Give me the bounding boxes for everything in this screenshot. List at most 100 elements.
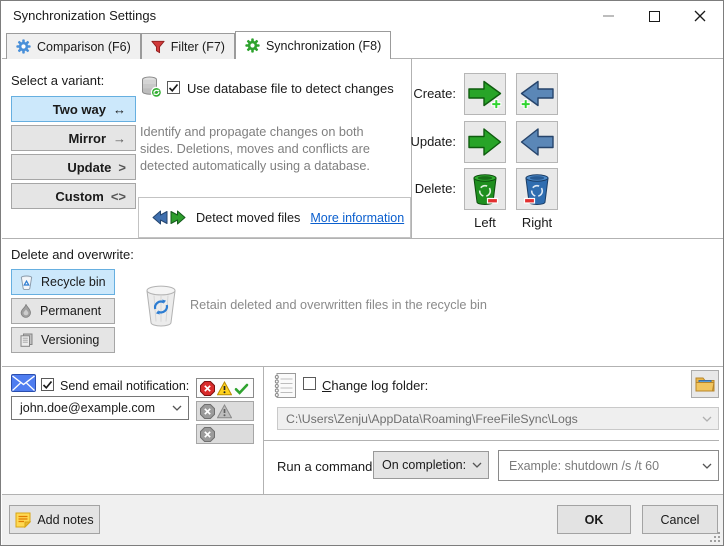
tab-synchronization-label: Synchronization (F8)	[266, 39, 381, 53]
custom-arrow-glyph: <>	[111, 189, 126, 204]
folder-icon	[695, 376, 715, 393]
close-icon	[694, 10, 706, 22]
cancel-button[interactable]: Cancel	[642, 505, 718, 534]
variant-mirror-button[interactable]: Mirror →	[11, 125, 136, 151]
tab-filter-label: Filter (F7)	[171, 40, 225, 54]
permanent-button[interactable]: Permanent	[11, 298, 115, 324]
variant-description: Identify and propagate changes on both s…	[140, 124, 398, 175]
ok-label: OK	[585, 513, 604, 527]
chevron-down-icon	[702, 416, 712, 422]
column-right-label: Right	[516, 215, 558, 230]
warning-gray-icon	[217, 404, 232, 419]
send-email-checkbox[interactable]	[41, 378, 54, 391]
section-divider-1	[2, 238, 724, 239]
delete-overwrite-label: Delete and overwrite:	[11, 247, 134, 262]
update-right-button[interactable]	[516, 121, 558, 163]
tab-bar: Comparison (F6) Filter (F7) Synchronizat…	[6, 31, 391, 59]
select-variant-label: Select a variant:	[11, 73, 104, 88]
tab-synchronization[interactable]: Synchronization (F8)	[235, 31, 391, 59]
variant-update-label: Update	[67, 160, 111, 175]
log-path-dropdown[interactable]: C:\Users\Zenju\AppData\Roaming\FreeFileS…	[277, 407, 719, 430]
flame-icon	[20, 304, 32, 318]
create-right-button[interactable]	[516, 73, 558, 115]
synchronization-settings-dialog: Synchronization Settings Comparison (F6)…	[0, 0, 724, 546]
chevron-down-icon	[172, 405, 182, 411]
use-database-label: Use database file to detect changes	[187, 81, 394, 96]
variant-custom-label: Custom	[55, 189, 103, 204]
change-log-rest: hange log folder:	[331, 378, 428, 393]
column-left-label: Left	[464, 215, 506, 230]
delete-right-button[interactable]	[516, 168, 558, 210]
check-icon	[168, 83, 179, 93]
recycle-bin-blue-icon	[522, 172, 552, 206]
variant-two-way-button[interactable]: Two way ↔	[11, 96, 136, 122]
recycle-bin-button[interactable]: Recycle bin	[11, 269, 115, 295]
variant-two-way-label: Two way	[53, 102, 106, 117]
versioning-label: Versioning	[41, 333, 99, 347]
variant-custom-button[interactable]: Custom <>	[11, 183, 136, 209]
more-information-link[interactable]: More information	[310, 211, 404, 225]
change-log-label: Change log folder:	[322, 378, 428, 393]
versioning-button[interactable]: Versioning	[11, 327, 115, 353]
variant-mirror-label: Mirror	[68, 131, 106, 146]
resize-grip[interactable]	[710, 532, 720, 542]
variant-update-button[interactable]: Update >	[11, 154, 136, 180]
recycle-bin-large-icon	[142, 284, 180, 328]
ok-button[interactable]: OK	[557, 505, 631, 534]
notify-error-button[interactable]	[196, 424, 254, 444]
run-command-label: Run a command:	[277, 459, 376, 474]
maximize-button[interactable]	[631, 1, 677, 31]
error-gray-icon	[200, 427, 215, 442]
update-label: Update:	[396, 121, 456, 163]
update-left-button[interactable]	[464, 121, 506, 163]
minimize-icon	[603, 15, 614, 17]
minimize-button[interactable]	[585, 1, 631, 31]
funnel-red-icon	[151, 40, 165, 54]
change-log-checkbox[interactable]	[303, 377, 316, 390]
add-notes-button[interactable]: Add notes	[9, 505, 100, 534]
database-icon	[140, 76, 162, 98]
delete-left-button[interactable]	[464, 168, 506, 210]
recycle-bin-label: Recycle bin	[41, 275, 106, 289]
warning-icon	[217, 381, 232, 396]
maximize-icon	[649, 11, 660, 22]
command-input-dropdown[interactable]: Example: shutdown /s /t 60	[498, 450, 719, 481]
window-title: Synchronization Settings	[13, 8, 156, 23]
log-command-divider	[264, 440, 719, 441]
note-icon	[15, 512, 31, 528]
gear-green-icon	[245, 38, 260, 53]
retain-description: Retain deleted and overwritten files in …	[190, 298, 487, 312]
success-icon	[234, 381, 249, 396]
command-trigger-dropdown[interactable]: On completion:	[373, 451, 489, 479]
tab-comparison[interactable]: Comparison (F6)	[6, 33, 141, 59]
chevron-down-icon	[702, 463, 712, 469]
send-email-label: Send email notification:	[60, 379, 189, 393]
recycle-bin-small-icon	[20, 275, 33, 290]
browse-folder-button[interactable]	[691, 370, 719, 398]
permanent-label: Permanent	[40, 304, 101, 318]
update-arrow-glyph: >	[118, 160, 126, 175]
gear-blue-icon	[16, 39, 31, 54]
bottom-section-divider	[263, 366, 264, 494]
tab-filter[interactable]: Filter (F7)	[141, 33, 235, 59]
email-address-value: john.doe@example.com	[12, 401, 172, 415]
mirror-arrow-glyph: →	[113, 131, 126, 146]
change-log-accel: C	[322, 378, 331, 393]
moved-files-arrows-icon	[152, 210, 186, 225]
use-database-checkbox[interactable]	[167, 81, 180, 94]
chevron-down-icon	[472, 462, 482, 468]
documents-icon	[20, 333, 33, 347]
tab-comparison-label: Comparison (F6)	[37, 40, 131, 54]
command-trigger-value: On completion:	[374, 458, 472, 472]
create-label: Create:	[396, 73, 456, 115]
check-icon	[42, 380, 53, 390]
notify-error-warning-button[interactable]	[196, 401, 254, 421]
section-divider-2	[2, 366, 724, 367]
close-button[interactable]	[677, 1, 723, 31]
notify-always-button[interactable]	[196, 378, 254, 398]
create-left-button[interactable]	[464, 73, 506, 115]
email-icon	[11, 374, 36, 392]
arrow-right-plus-icon	[467, 78, 503, 110]
two-way-arrow-glyph: ↔	[113, 102, 126, 117]
email-address-dropdown[interactable]: john.doe@example.com	[11, 396, 189, 420]
